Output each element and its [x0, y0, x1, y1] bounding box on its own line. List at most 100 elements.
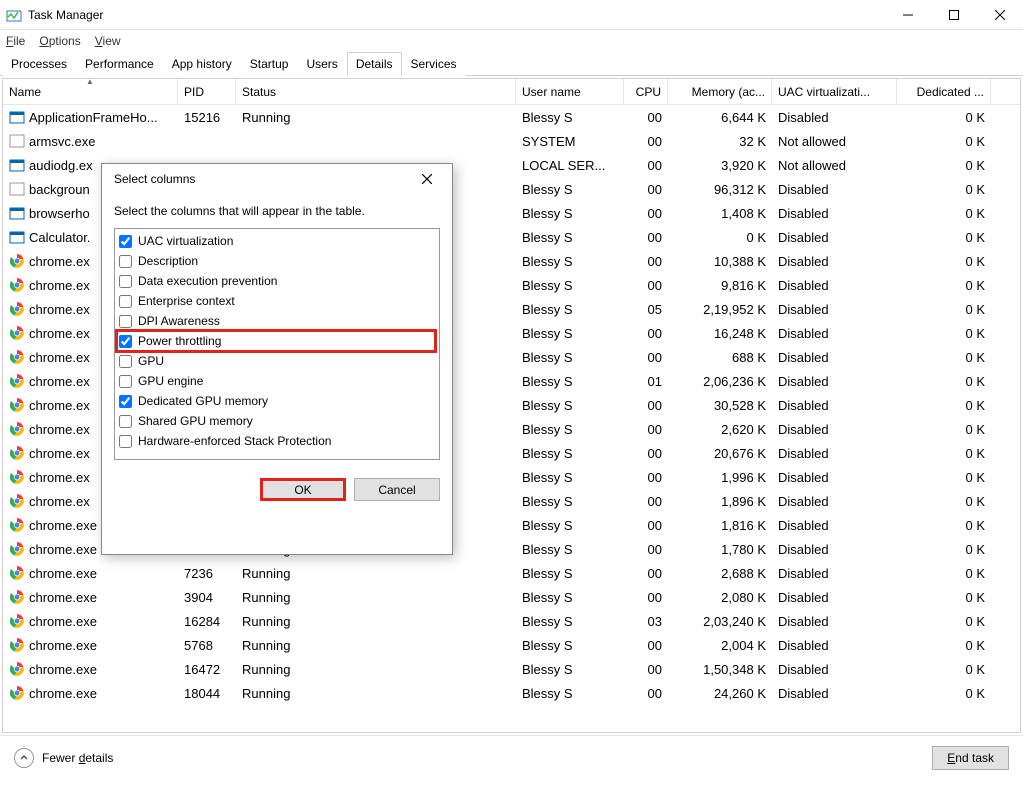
chrome-icon	[9, 349, 25, 365]
column-option-gpu[interactable]: GPU	[117, 351, 435, 371]
minimize-button[interactable]	[885, 0, 931, 30]
checkbox[interactable]	[119, 255, 132, 268]
checkbox[interactable]	[119, 295, 132, 308]
checkbox[interactable]	[119, 235, 132, 248]
tab-details[interactable]: Details	[347, 52, 402, 76]
cell: Blessy S	[516, 636, 624, 655]
cell: Running	[236, 684, 516, 703]
cell: 00	[624, 276, 668, 295]
cell: Disabled	[772, 588, 897, 607]
checkbox[interactable]	[119, 335, 132, 348]
column-header-pid[interactable]: PID	[178, 79, 236, 104]
cell: Running	[236, 612, 516, 631]
table-row[interactable]: ApplicationFrameHo...15216RunningBlessy …	[3, 105, 1020, 129]
cancel-button[interactable]: Cancel	[354, 478, 440, 501]
checkbox[interactable]	[119, 275, 132, 288]
column-header-cpu[interactable]: CPU	[624, 79, 668, 104]
table-row[interactable]: chrome.exe16472RunningBlessy S001,50,348…	[3, 657, 1020, 681]
cell: Disabled	[772, 612, 897, 631]
cell: Blessy S	[516, 588, 624, 607]
dialog-titlebar: Select columns	[102, 164, 452, 194]
cell: Disabled	[772, 540, 897, 559]
end-task-button[interactable]: End task	[932, 746, 1009, 770]
cell: Running	[236, 108, 516, 127]
option-label: Description	[138, 254, 198, 268]
close-button[interactable]	[977, 0, 1023, 30]
column-header-memory-ac-[interactable]: Memory (ac...	[668, 79, 772, 104]
column-header-status[interactable]: Status	[236, 79, 516, 104]
column-option-dpi-awareness[interactable]: DPI Awareness	[117, 311, 435, 331]
cell: 10,388 K	[668, 252, 772, 271]
cell: Disabled	[772, 468, 897, 487]
column-option-enterprise-context[interactable]: Enterprise context	[117, 291, 435, 311]
cell: 00	[624, 156, 668, 175]
cell	[236, 139, 516, 143]
column-header-name[interactable]: Name▲	[3, 79, 178, 104]
option-label: GPU engine	[138, 374, 203, 388]
cell: 00	[624, 564, 668, 583]
cell: 0 K	[897, 564, 991, 583]
dialog-close-button[interactable]	[414, 167, 440, 191]
tab-users[interactable]: Users	[297, 52, 346, 76]
cell: 0 K	[897, 684, 991, 703]
cell: ApplicationFrameHo...	[3, 107, 178, 127]
cell: 00	[624, 516, 668, 535]
column-option-hardware-enforced-stack-protection[interactable]: Hardware-enforced Stack Protection	[117, 431, 435, 451]
column-option-data-execution-prevention[interactable]: Data execution prevention	[117, 271, 435, 291]
chrome-icon	[9, 541, 25, 557]
column-header-uac-virtualizati-[interactable]: UAC virtualizati...	[772, 79, 897, 104]
column-option-description[interactable]: Description	[117, 251, 435, 271]
cell: 0 K	[897, 180, 991, 199]
column-header-user-name[interactable]: User name	[516, 79, 624, 104]
cell: 00	[624, 660, 668, 679]
column-header-dedicated-[interactable]: Dedicated ...	[897, 79, 991, 104]
tab-app-history[interactable]: App history	[163, 52, 241, 76]
cell: 0 K	[897, 516, 991, 535]
checkbox[interactable]	[119, 415, 132, 428]
column-option-uac-virtualization[interactable]: UAC virtualization	[117, 231, 435, 251]
fewer-details-button[interactable]: Fewer details	[14, 748, 113, 768]
checkbox[interactable]	[119, 375, 132, 388]
column-option-dedicated-gpu-memory[interactable]: Dedicated GPU memory	[117, 391, 435, 411]
maximize-button[interactable]	[931, 0, 977, 30]
cell: 0 K	[897, 492, 991, 511]
cell: 03	[624, 612, 668, 631]
checkbox[interactable]	[119, 315, 132, 328]
chrome-icon	[9, 637, 25, 653]
chrome-icon	[9, 397, 25, 413]
cell: 00	[624, 324, 668, 343]
table-row[interactable]: chrome.exe3904RunningBlessy S002,080 KDi…	[3, 585, 1020, 609]
column-option-power-throttling[interactable]: Power throttling	[117, 331, 435, 351]
cell: 0 K	[897, 540, 991, 559]
footer: Fewer details End task	[0, 735, 1023, 779]
tab-startup[interactable]: Startup	[241, 52, 298, 76]
table-row[interactable]: chrome.exe5768RunningBlessy S002,004 KDi…	[3, 633, 1020, 657]
cell: Blessy S	[516, 468, 624, 487]
cell: chrome.exe	[3, 683, 178, 703]
cell: LOCAL SER...	[516, 156, 624, 175]
columns-listbox[interactable]: UAC virtualization Description Data execut…	[114, 228, 440, 460]
cell: 00	[624, 636, 668, 655]
cell: 2,03,240 K	[668, 612, 772, 631]
cell: 2,19,952 K	[668, 300, 772, 319]
table-row[interactable]: chrome.exe16284RunningBlessy S032,03,240…	[3, 609, 1020, 633]
tab-processes[interactable]: Processes	[2, 52, 76, 76]
tab-services[interactable]: Services	[402, 52, 466, 76]
cell: 00	[624, 132, 668, 151]
chrome-icon	[9, 661, 25, 677]
checkbox[interactable]	[119, 355, 132, 368]
cell: Disabled	[772, 492, 897, 511]
menu-view[interactable]: View	[95, 34, 121, 48]
column-option-shared-gpu-memory[interactable]: Shared GPU memory	[117, 411, 435, 431]
ok-button[interactable]: OK	[260, 478, 346, 501]
tab-performance[interactable]: Performance	[76, 52, 163, 76]
table-row[interactable]: armsvc.exeSYSTEM0032 KNot allowed0 K	[3, 129, 1020, 153]
cell: Blessy S	[516, 396, 624, 415]
menu-file[interactable]: File	[6, 34, 25, 48]
table-row[interactable]: chrome.exe7236RunningBlessy S002,688 KDi…	[3, 561, 1020, 585]
column-option-gpu-engine[interactable]: GPU engine	[117, 371, 435, 391]
checkbox[interactable]	[119, 435, 132, 448]
table-row[interactable]: chrome.exe18044RunningBlessy S0024,260 K…	[3, 681, 1020, 705]
checkbox[interactable]	[119, 395, 132, 408]
menu-options[interactable]: Options	[39, 34, 80, 48]
